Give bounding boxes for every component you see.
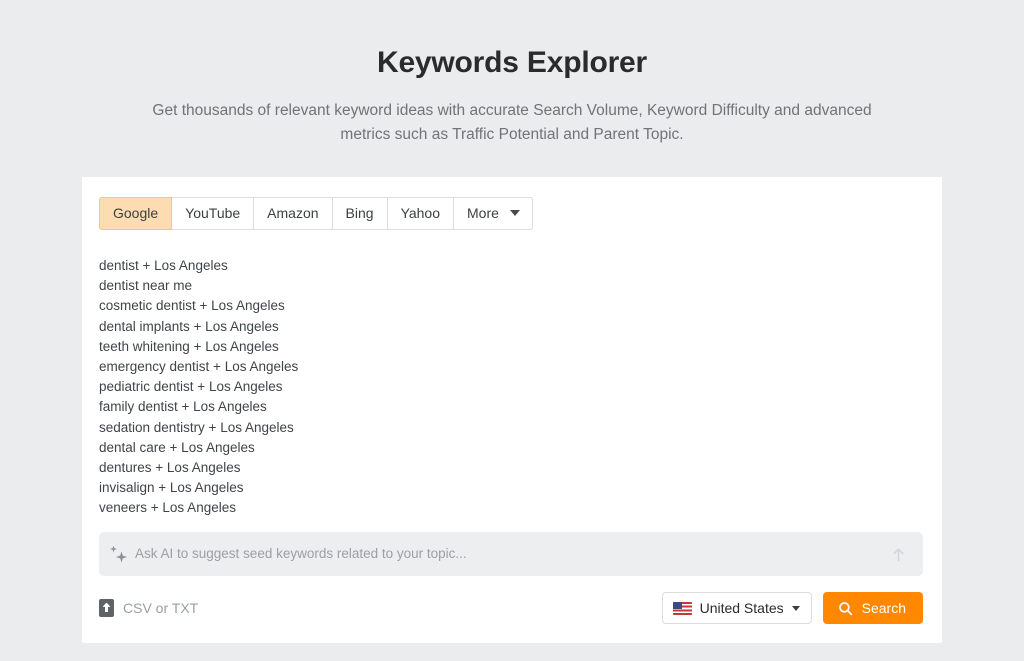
keyword-line: teeth whitening + Los Angeles — [99, 338, 279, 354]
search-button-label: Search — [861, 600, 906, 616]
search-button[interactable]: Search — [822, 592, 923, 624]
tab-amazon-label: Amazon — [267, 205, 319, 221]
search-engine-tabs: Google YouTube Amazon Bing Yahoo More — [99, 197, 533, 230]
page-title: Keywords Explorer — [376, 46, 648, 79]
arrow-up-icon[interactable] — [885, 541, 911, 567]
tab-google[interactable]: Google — [99, 197, 173, 230]
tab-bing-label: Bing — [345, 205, 374, 221]
ai-suggestion-bar[interactable]: Ask AI to suggest seed keywords related … — [99, 532, 923, 576]
keyword-line: emergency dentist + Los Angeles — [99, 359, 299, 375]
tab-bing[interactable]: Bing — [332, 197, 388, 230]
keyword-line: dental care + Los Angeles — [99, 439, 255, 455]
keywords-explorer-page: Keywords Explorer Get thousands of relev… — [0, 0, 1024, 661]
keyword-line: invisalign + Los Angeles — [99, 480, 244, 496]
upload-file-icon — [99, 599, 114, 617]
us-flag-icon — [672, 601, 692, 615]
keywords-input[interactable]: dentist + Los Angeles dentist near me co… — [99, 256, 942, 519]
keyword-line: dental implants + Los Angeles — [99, 318, 279, 334]
keyword-line: dentist near me — [99, 278, 193, 294]
keyword-line: sedation dentistry + Los Angeles — [99, 419, 294, 435]
keyword-line: family dentist + Los Angeles — [99, 399, 267, 415]
upload-file-button[interactable]: CSV or TXT — [99, 599, 198, 617]
tab-yahoo-label: Yahoo — [400, 205, 441, 221]
search-card: Google YouTube Amazon Bing Yahoo More de… — [82, 177, 942, 643]
tab-youtube[interactable]: YouTube — [172, 197, 255, 230]
country-selector[interactable]: United States — [661, 592, 812, 624]
tab-more-label: More — [467, 205, 499, 221]
keyword-line: pediatric dentist + Los Angeles — [99, 379, 283, 395]
sparkle-icon — [110, 545, 127, 563]
search-icon — [838, 601, 852, 615]
country-label: United States — [699, 600, 784, 616]
card-footer: CSV or TXT United States Search — [99, 592, 923, 624]
keyword-line: cosmetic dentist + Los Angeles — [99, 298, 285, 314]
keyword-line: dentist + Los Angeles — [99, 258, 228, 273]
tab-youtube-label: YouTube — [185, 205, 241, 221]
ai-prompt-input[interactable]: Ask AI to suggest seed keywords related … — [135, 545, 885, 563]
upload-file-label: CSV or TXT — [123, 600, 199, 616]
keyword-line: dentures + Los Angeles — [99, 460, 241, 476]
keyword-line: veneers + Los Angeles — [99, 500, 236, 516]
tab-more[interactable]: More — [454, 197, 533, 230]
page-subtitle: Get thousands of relevant keyword ideas … — [152, 102, 872, 143]
tab-google-label: Google — [113, 205, 159, 221]
chevron-down-icon — [509, 210, 520, 216]
chevron-down-icon — [791, 605, 800, 611]
tab-yahoo[interactable]: Yahoo — [387, 197, 455, 230]
tab-amazon[interactable]: Amazon — [254, 197, 333, 230]
page-header: Keywords Explorer Get thousands of relev… — [0, 0, 1024, 147]
